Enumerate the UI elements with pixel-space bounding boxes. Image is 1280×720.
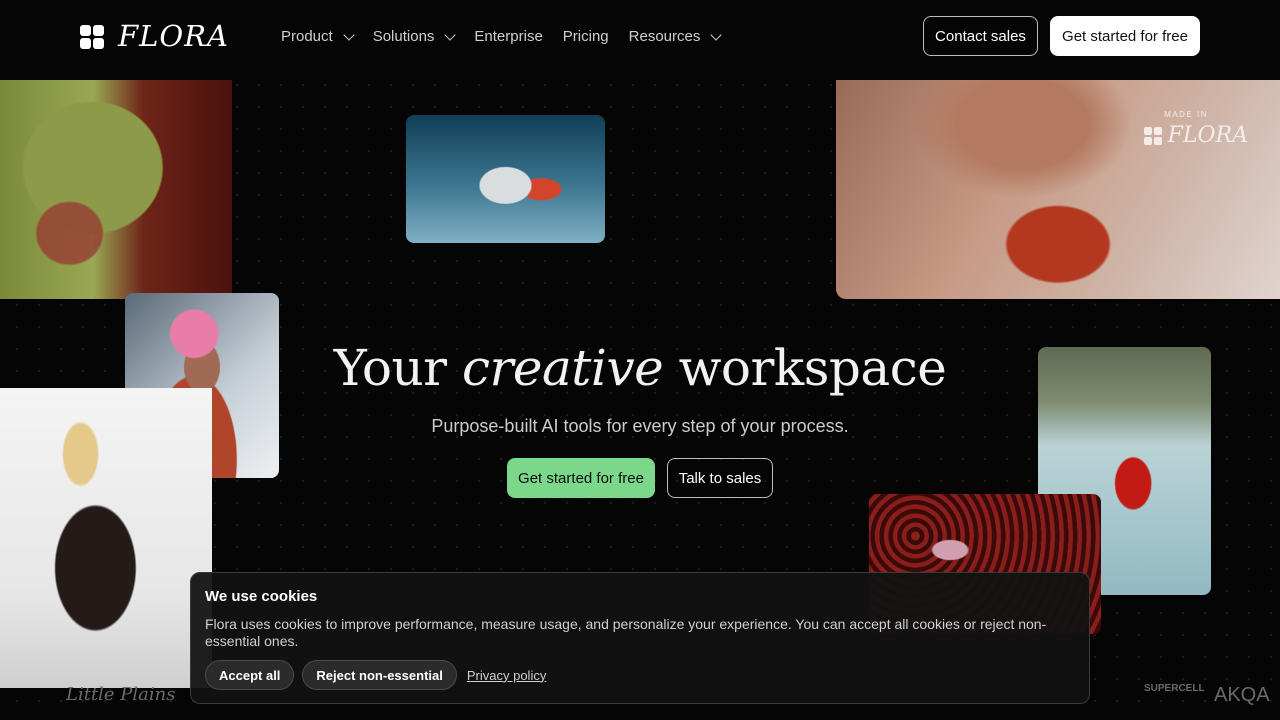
client-logo: AKQA [1214, 684, 1270, 706]
flora-logo-icon [1143, 126, 1162, 145]
client-logo: Little Plains [66, 684, 176, 705]
chevron-down-icon [343, 28, 355, 41]
flora-logo-icon [80, 24, 104, 49]
cookie-title: We use cookies [205, 588, 318, 605]
brand-logo[interactable]: FLORA [80, 22, 229, 51]
cookie-actions: Accept all Reject non-essential Privacy … [205, 660, 546, 690]
handbag-photo [406, 115, 605, 243]
hero-title-suffix: workspace [678, 339, 947, 397]
hero-title-prefix: Your [333, 339, 447, 397]
menu-item-solutions[interactable]: Solutions [372, 28, 457, 45]
brand-name: FLORA [118, 19, 229, 53]
green-dress-photo [0, 80, 232, 299]
menu-label: Resources [628, 28, 701, 45]
get-started-button[interactable]: Get started for free [507, 458, 655, 498]
chevron-down-icon [710, 28, 723, 41]
menu-label: Enterprise [474, 28, 543, 45]
talk-to-sales-button[interactable]: Talk to sales [667, 458, 773, 498]
menu-item-enterprise[interactable]: Enterprise [474, 28, 542, 45]
made-in-label: MADE IN [1164, 110, 1208, 119]
menu-label: Pricing [562, 28, 609, 45]
hero-title-emphasis: creative [461, 339, 664, 397]
privacy-policy-link[interactable]: Privacy policy [467, 668, 546, 683]
contact-sales-button[interactable]: Contact sales [923, 16, 1038, 56]
made-in-brand: FLORA [1167, 123, 1248, 148]
made-in-flora-badge: MADE IN FLORA [1143, 110, 1248, 148]
menu-item-resources[interactable]: Resources [628, 28, 723, 45]
menu-item-pricing[interactable]: Pricing [563, 28, 609, 45]
hero-subtitle: Purpose-built AI tools for every step of… [431, 416, 849, 436]
accept-all-button[interactable]: Accept all [205, 660, 295, 690]
lips-closeup-photo: MADE IN FLORA [836, 80, 1280, 299]
cookie-description: Flora uses cookies to improve performanc… [205, 616, 1047, 649]
menu-label: Solutions [372, 28, 435, 45]
get-started-nav-button[interactable]: Get started for free [1050, 16, 1200, 56]
client-logo: SUPERCELL [1144, 683, 1205, 694]
top-navigation: FLORA Product Solutions Enterprise Prici… [0, 0, 1280, 80]
chevron-down-icon [444, 28, 457, 41]
menu-item-product[interactable]: Product [281, 28, 355, 45]
hero-title: Your creative workspace [0, 338, 1280, 398]
cookie-banner: We use cookies Flora uses cookies to imp… [190, 572, 1090, 704]
reject-non-essential-button[interactable]: Reject non-essential [302, 660, 457, 690]
menu-label: Product [281, 28, 333, 45]
main-menu: Product Solutions Enterprise Pricing Res… [281, 28, 723, 45]
